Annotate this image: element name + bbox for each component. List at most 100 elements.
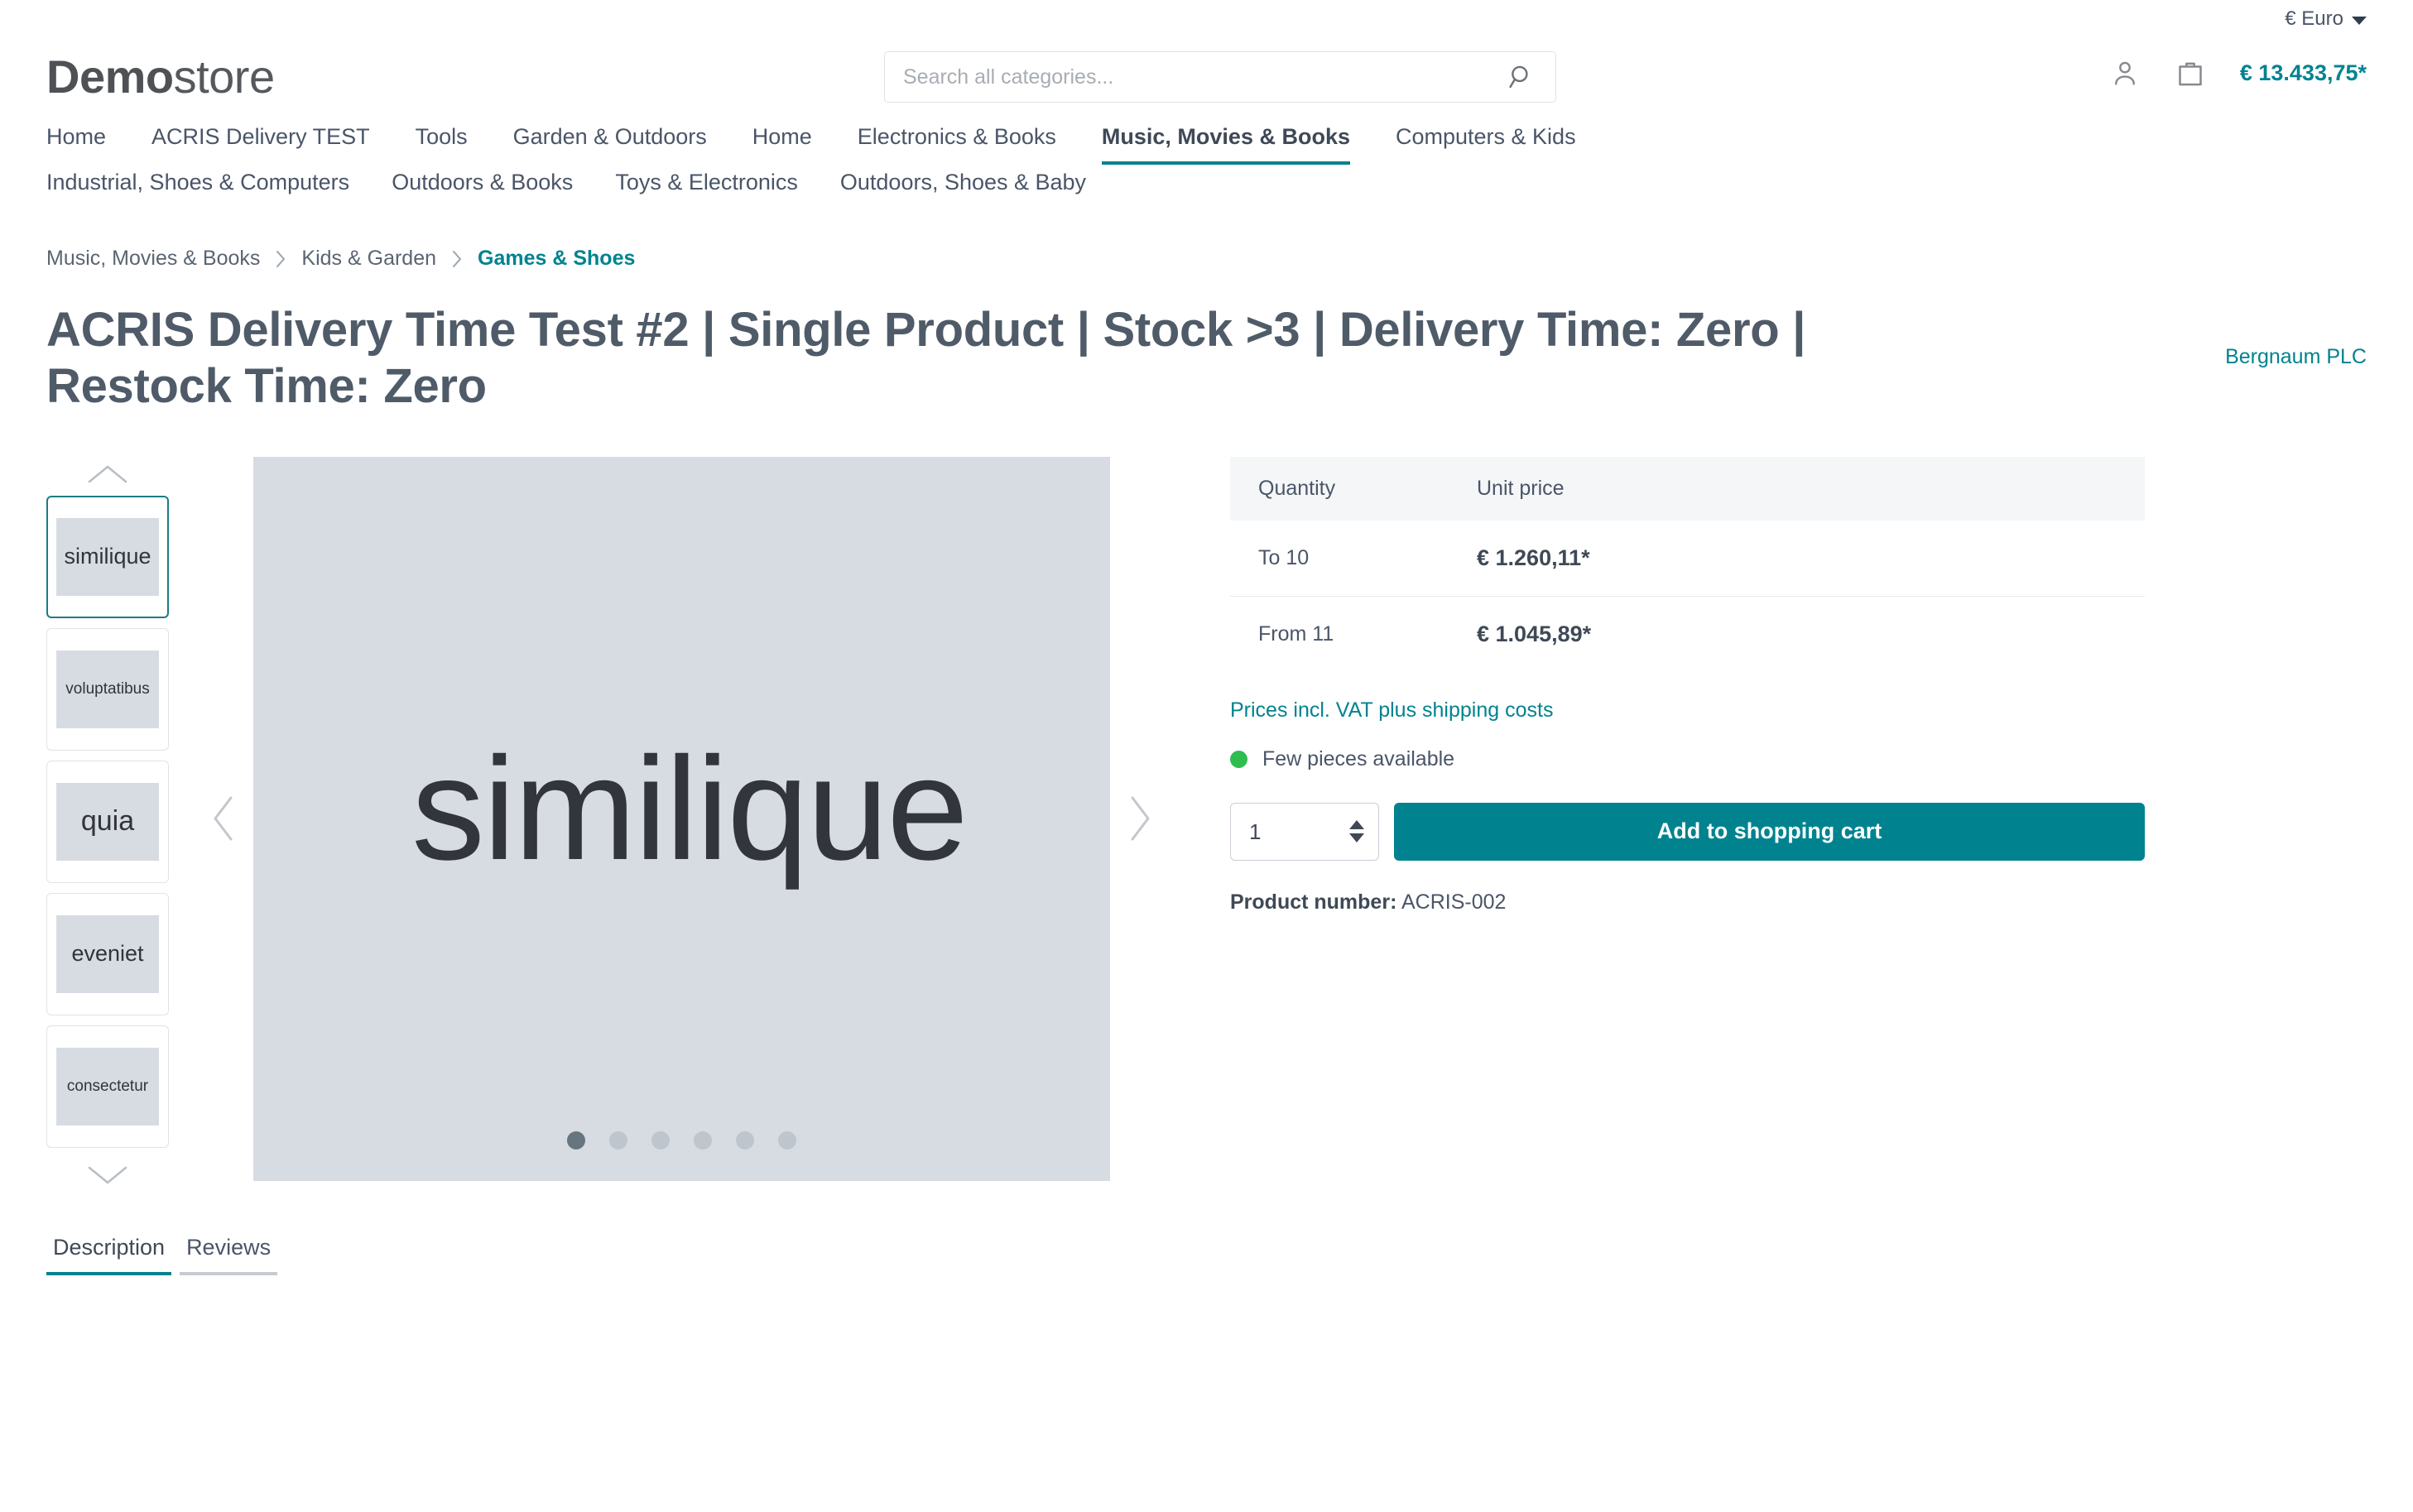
thumbnail-image: eveniet — [56, 914, 159, 993]
chevron-down-icon — [2352, 16, 2367, 25]
topbar: € Euro — [0, 0, 2413, 38]
bag-icon — [2179, 62, 2202, 86]
thumbnail-image: quia — [56, 782, 159, 861]
carousel-dot[interactable] — [567, 1130, 585, 1150]
search-input[interactable] — [884, 51, 1556, 103]
buy-box: Quantity Unit price To 10 € 1.260,11* From… — [1230, 456, 2145, 914]
site-header: Demostore € 13.433,75* — [0, 38, 2413, 114]
gallery-thumbnail[interactable]: similique — [46, 495, 169, 618]
carousel-dot[interactable] — [694, 1130, 712, 1150]
nav-item-toys-electronics[interactable]: Toys & Electronics — [615, 165, 798, 210]
logo-light-text: store — [173, 50, 276, 103]
logo-bold-text: Demo — [46, 50, 174, 103]
thumbnail-label: consectetur — [66, 1077, 149, 1095]
cart-button[interactable] — [2170, 53, 2210, 93]
carousel-dots — [253, 1130, 1110, 1150]
stock-status: Few pieces available — [1230, 747, 2145, 771]
chevron-right-icon — [275, 249, 286, 269]
chevron-down-icon — [88, 1166, 127, 1184]
product-detail-main: similique voluptatibus quia eveniet consecte… — [0, 415, 2413, 1197]
carousel-dot[interactable] — [609, 1130, 627, 1150]
thumbnail-image: consectetur — [56, 1047, 159, 1126]
gallery-next-button[interactable] — [1110, 790, 1168, 847]
price-table-head: Quantity Unit price — [1230, 456, 2145, 521]
chevron-up-icon — [88, 465, 127, 483]
quantity-select[interactable]: 12345678910 — [1230, 802, 1379, 861]
price-tier-table: Quantity Unit price To 10 € 1.260,11* From… — [1230, 456, 2145, 672]
page-title: ACRIS Delivery Time Test #2 | Single Pro… — [46, 303, 1806, 414]
gallery-thumbnail-column: similique voluptatibus quia eveniet consecte… — [46, 457, 169, 1197]
nav-row-2: Industrial, Shoes & Computers Outdoors & … — [46, 165, 2367, 210]
tab-reviews[interactable]: Reviews — [180, 1235, 278, 1275]
nav-item-home[interactable]: Home — [46, 119, 106, 165]
breadcrumb: Music, Movies & Books Kids & Garden Games … — [0, 210, 2413, 271]
price-table-header-quantity: Quantity — [1230, 456, 1452, 521]
stock-status-label: Few pieces available — [1262, 746, 1455, 770]
price-table-header-unit-price: Unit price — [1452, 456, 2145, 521]
cart-total[interactable]: € 13.433,75* — [2240, 60, 2367, 86]
user-icon — [2114, 61, 2135, 85]
manufacturer-link[interactable]: Bergnaum PLC — [2225, 302, 2367, 369]
gallery-thumbnail[interactable]: consectetur — [46, 1025, 169, 1148]
main-image-label: similique — [411, 727, 969, 891]
nav-item-music-movies-books[interactable]: Music, Movies & Books — [1101, 119, 1350, 165]
product-number: Product number: ACRIS-002 — [1230, 890, 2145, 914]
nav-item-outdoors-shoes-baby[interactable]: Outdoors, Shoes & Baby — [840, 165, 1086, 210]
add-to-cart-button[interactable]: Add to shopping cart — [1394, 802, 2145, 861]
tab-description[interactable]: Description — [46, 1235, 172, 1275]
main-product-image[interactable]: similique — [253, 456, 1110, 1181]
thumbnail-label: similique — [64, 544, 151, 569]
nav-item-acris-delivery-test[interactable]: ACRIS Delivery TEST — [151, 119, 370, 165]
nav-item-outdoors-books[interactable]: Outdoors & Books — [392, 165, 573, 210]
site-logo[interactable]: Demostore — [46, 50, 275, 103]
carousel-dot[interactable] — [736, 1130, 754, 1150]
product-title-row: ACRIS Delivery Time Test #2 | Single Pro… — [0, 271, 2413, 415]
nav-item-tools[interactable]: Tools — [416, 119, 468, 165]
quantity-selector: 12345678910 — [1230, 802, 1379, 861]
thumbnail-image: voluptatibus — [56, 650, 159, 728]
gallery-thumbnail[interactable]: voluptatibus — [46, 627, 169, 751]
header-actions: € 13.433,75* — [2106, 53, 2367, 93]
currency-selector[interactable]: € Euro — [2285, 7, 2367, 31]
vat-shipping-note[interactable]: Prices incl. VAT plus shipping costs — [1230, 698, 2145, 722]
price-row-unit-price: € 1.045,89* — [1477, 621, 1592, 646]
price-table-header-row: Quantity Unit price — [1230, 456, 2145, 521]
carousel-dot[interactable] — [651, 1130, 670, 1150]
nav-item-industrial-shoes-computers[interactable]: Industrial, Shoes & Computers — [46, 165, 349, 210]
thumbnail-list: similique voluptatibus quia eveniet consecte… — [46, 495, 169, 1158]
breadcrumb-item-2[interactable]: Kids & Garden — [301, 247, 436, 271]
stock-status-dot-icon — [1230, 750, 1247, 768]
price-row-quantity: From 11 — [1258, 622, 1334, 646]
gallery-thumbnail[interactable]: quia — [46, 760, 169, 883]
thumbnails-scroll-up-button[interactable] — [86, 457, 129, 496]
nav-item-electronics-books[interactable]: Electronics & Books — [858, 119, 1056, 165]
search-icon — [1509, 65, 1528, 89]
thumbnail-image: similique — [56, 517, 159, 596]
nav-item-garden-outdoors[interactable]: Garden & Outdoors — [513, 119, 707, 165]
search-bar — [884, 51, 1556, 103]
nav-item-home[interactable]: Home — [752, 119, 812, 165]
thumbnails-scroll-down-button[interactable] — [86, 1158, 129, 1197]
price-row-quantity: To 10 — [1230, 520, 1452, 597]
gallery-thumbnail[interactable]: eveniet — [46, 892, 169, 1015]
price-table-body: To 10 € 1.260,11* From 11 € 1.045,89* — [1230, 520, 2145, 672]
product-detail-tabs: Description Reviews — [0, 1197, 2413, 1275]
purchase-controls: 12345678910 Add to shopping cart — [1230, 802, 2145, 861]
breadcrumb-item-3[interactable]: Games & Shoes — [478, 247, 635, 271]
breadcrumb-item-1[interactable]: Music, Movies & Books — [46, 247, 260, 271]
nav-item-computers-kids[interactable]: Computers & Kids — [1396, 119, 1576, 165]
carousel-dot[interactable] — [778, 1130, 796, 1150]
account-button[interactable] — [2106, 54, 2144, 92]
product-gallery: similique — [195, 456, 1168, 1181]
search-button[interactable] — [1498, 51, 1545, 103]
product-number-label: Product number: — [1230, 890, 1397, 914]
product-number-value: ACRIS-002 — [1401, 890, 1507, 914]
price-row-unit-price: € 1.260,11* — [1452, 520, 2145, 597]
currency-label: € Euro — [2285, 7, 2343, 30]
main-navigation: Home ACRIS Delivery TEST Tools Garden & Out… — [0, 114, 2413, 210]
gallery-prev-button[interactable] — [195, 790, 253, 847]
nav-row-1: Home ACRIS Delivery TEST Tools Garden & Out… — [46, 119, 2367, 165]
chevron-left-icon — [214, 796, 233, 841]
thumbnail-label: quia — [80, 805, 135, 838]
thumbnail-label: eveniet — [71, 941, 144, 967]
